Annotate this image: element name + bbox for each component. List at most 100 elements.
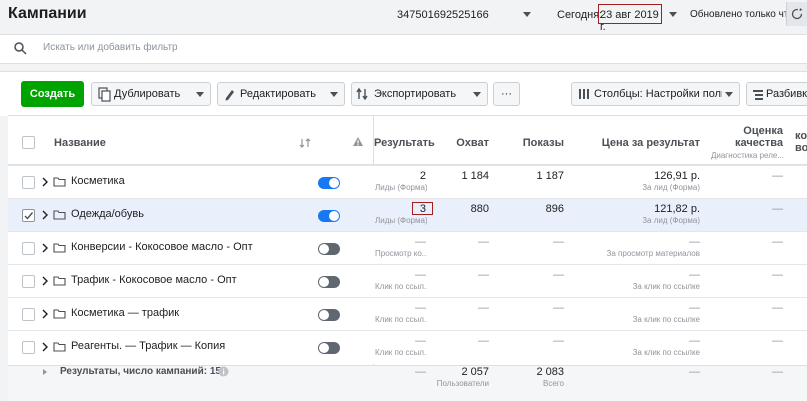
chevron-right-icon[interactable]	[41, 309, 49, 319]
check-icon	[24, 212, 34, 220]
page-title: Кампании	[8, 5, 87, 22]
campaign-name[interactable]: Косметика — трафик	[71, 307, 179, 319]
row-checkbox[interactable]	[22, 308, 35, 321]
sort-icon[interactable]	[299, 137, 311, 149]
row-checkbox[interactable]	[22, 242, 35, 255]
folder-icon	[53, 276, 66, 286]
campaign-toggle[interactable]	[318, 210, 340, 222]
campaign-name[interactable]: Трафик - Кокосовое масло - Опт	[71, 274, 237, 286]
impressions-value: —	[553, 269, 564, 281]
row-checkbox[interactable]	[22, 176, 35, 189]
result-value: —	[415, 269, 426, 281]
impressions-value: —	[553, 236, 564, 248]
quality-value: —	[772, 203, 783, 215]
quality-subtitle: Диагностика реле...	[710, 151, 784, 160]
campaign-name[interactable]: Конверсии - Кокосовое масло - Опт	[71, 241, 253, 253]
reach-value: —	[478, 269, 489, 281]
row-checkbox[interactable]	[22, 275, 35, 288]
chevron-right-icon[interactable]	[41, 177, 49, 187]
result-value: —	[415, 302, 426, 314]
campaign-toggle[interactable]	[318, 309, 340, 321]
chevron-down-icon[interactable]	[523, 12, 531, 17]
chevron-down-icon[interactable]	[330, 91, 338, 97]
update-status: Обновлено только что	[690, 9, 794, 20]
duplicate-button[interactable]: Дублировать	[91, 82, 211, 106]
impressions-value: 1 187	[536, 170, 564, 182]
duplicate-label: Дублировать	[114, 88, 181, 100]
row-checkbox[interactable]	[22, 209, 35, 222]
result-value: —	[415, 335, 426, 347]
account-selector[interactable]: 347501692525166	[397, 9, 489, 21]
campaign-name[interactable]: Одежда/обувь	[71, 208, 144, 220]
reach-value: —	[478, 335, 489, 347]
date-range-picker[interactable]: 23 авг 2019 г.	[598, 4, 662, 33]
campaign-name[interactable]: Косметика	[71, 175, 125, 187]
chevron-right-icon[interactable]	[41, 210, 49, 220]
export-button[interactable]: Экспортировать	[351, 82, 488, 106]
column-header-quality[interactable]: Оценка качества	[710, 125, 783, 149]
create-button[interactable]: Создать	[21, 81, 84, 107]
quality-value: —	[772, 302, 783, 314]
result-value: 3	[419, 203, 426, 215]
cost-type: За клик по ссылке	[632, 282, 700, 291]
campaign-toggle[interactable]	[318, 243, 340, 255]
quality-value: —	[772, 335, 783, 347]
breakdown-button[interactable]: Разбивк	[746, 82, 807, 106]
chevron-right-icon[interactable]	[41, 243, 49, 253]
quality-value: —	[772, 170, 783, 182]
summary-reach-sub: Пользователи	[436, 379, 489, 388]
chevron-down-icon[interactable]	[669, 12, 677, 17]
cost-type: За клик по ссылке	[632, 348, 700, 357]
pencil-icon	[225, 90, 234, 101]
columns-label: Столбцы: Настройки поль:	[594, 88, 722, 100]
result-type: Лиды (Форма)	[375, 183, 427, 192]
reach-value: 1 184	[461, 170, 489, 182]
chevron-right-icon[interactable]	[41, 276, 49, 286]
column-header-extra[interactable]: ко во	[795, 130, 807, 154]
summary-cost: —	[689, 366, 700, 378]
cost-type: За лид (Форма)	[642, 183, 700, 192]
campaign-toggle[interactable]	[318, 342, 340, 354]
column-header-result[interactable]: Результать	[374, 137, 435, 149]
chevron-down-icon[interactable]	[473, 91, 481, 97]
search-icon	[14, 42, 27, 55]
select-all-checkbox[interactable]	[22, 136, 35, 149]
column-header-name[interactable]: Название	[54, 137, 106, 149]
info-icon[interactable]	[218, 366, 229, 377]
chevron-down-icon[interactable]	[725, 91, 733, 97]
result-type: Просмотр ко...	[375, 249, 427, 258]
reach-value: —	[478, 302, 489, 314]
column-header-cost[interactable]: Цена за результат	[580, 137, 700, 149]
cost-value: 126,91 р.	[654, 170, 700, 182]
expand-triangle-icon[interactable]	[43, 369, 47, 375]
column-header-impressions[interactable]: Показы	[500, 137, 564, 149]
column-header-reach[interactable]: Охват	[436, 137, 489, 149]
impressions-value: —	[553, 302, 564, 314]
chevron-down-icon[interactable]	[196, 91, 204, 97]
columns-button[interactable]: Столбцы: Настройки поль:	[571, 82, 740, 106]
refresh-button[interactable]	[786, 2, 807, 26]
summary-reach: 2 057	[461, 366, 489, 378]
summary-label: Результаты, число кампаний: 15	[60, 366, 221, 377]
cost-value: —	[689, 302, 700, 314]
edit-button[interactable]: Редактировать	[217, 82, 345, 106]
summary-quality: —	[772, 366, 783, 378]
campaign-toggle[interactable]	[318, 177, 340, 189]
cost-value: —	[689, 335, 700, 347]
quality-value: —	[772, 269, 783, 281]
result-type: Клик по ссыл...	[375, 315, 427, 324]
result-type: Клик по ссыл...	[375, 348, 427, 357]
reach-value: —	[478, 236, 489, 248]
campaign-toggle[interactable]	[318, 276, 340, 288]
row-checkbox[interactable]	[22, 341, 35, 354]
cost-type: За просмотр материалов	[606, 249, 700, 258]
summary-impressions: 2 083	[536, 366, 564, 378]
result-value: —	[415, 236, 426, 248]
breakdown-icon	[753, 90, 763, 100]
search-input[interactable]: Искать или добавить фильтр	[43, 42, 178, 53]
more-button[interactable]: ···	[493, 82, 520, 106]
impressions-value: —	[553, 335, 564, 347]
campaign-name[interactable]: Реагенты. — Трафик — Копия	[71, 340, 225, 352]
cost-value: 121,82 р.	[654, 203, 700, 215]
chevron-right-icon[interactable]	[41, 342, 49, 352]
